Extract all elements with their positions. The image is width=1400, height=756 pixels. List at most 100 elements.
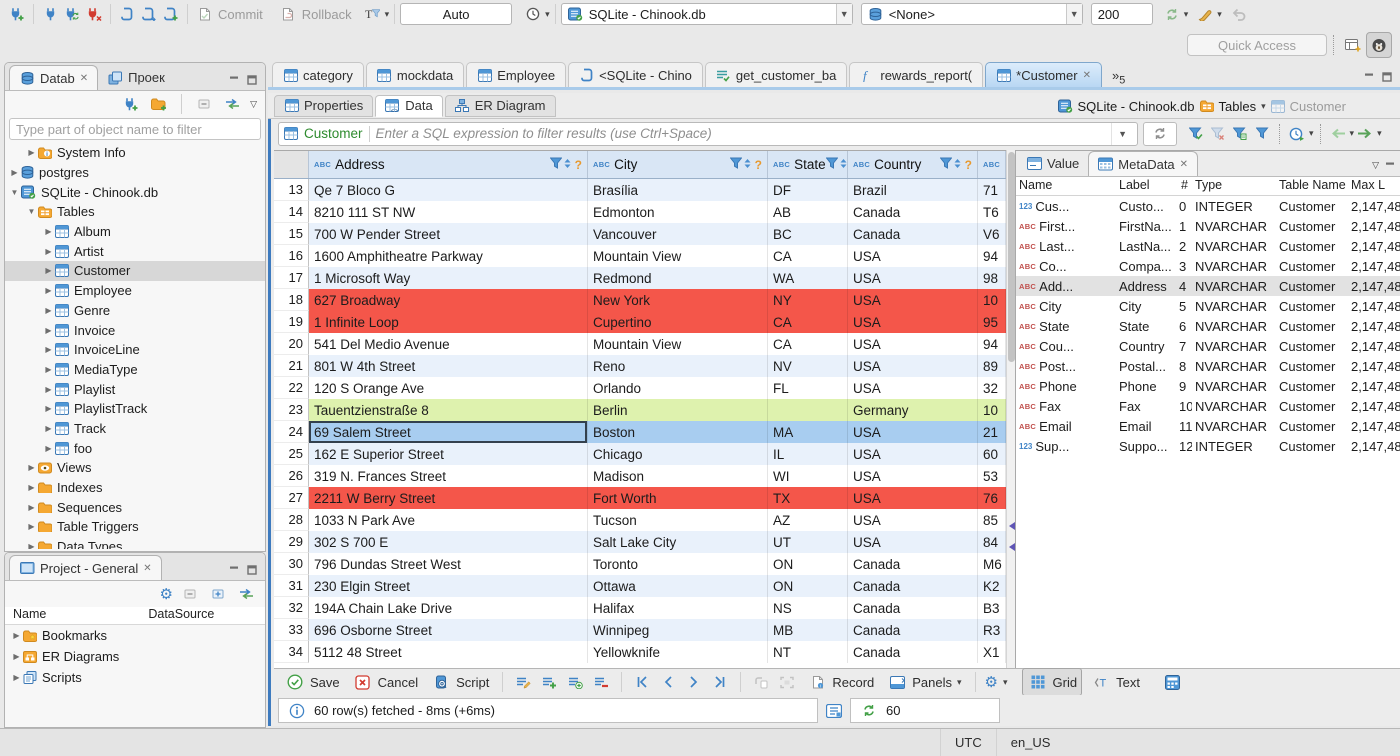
cell-state[interactable]: WA bbox=[768, 267, 848, 289]
minimize-icon[interactable] bbox=[1383, 160, 1397, 172]
cell-postal-partial[interactable]: B3 bbox=[978, 597, 1006, 619]
sort-icon[interactable] bbox=[562, 157, 573, 172]
cell-address[interactable]: 1600 Amphitheatre Parkway bbox=[309, 245, 588, 267]
meta-column-4[interactable]: Table Name bbox=[1276, 177, 1348, 195]
close-icon[interactable]: ✕ bbox=[1180, 159, 1188, 170]
cancel-button[interactable]: Cancel bbox=[348, 669, 422, 695]
editor-tab--customer[interactable]: *Customer ✕ bbox=[985, 62, 1102, 87]
filter-funnel-icon[interactable] bbox=[549, 157, 563, 172]
cell-country[interactable]: Canada bbox=[848, 223, 978, 245]
undo-icon[interactable] bbox=[1228, 3, 1250, 25]
chevron-right-icon[interactable]: ▶ bbox=[11, 652, 22, 661]
text-view-button[interactable]: T Text bbox=[1086, 669, 1144, 695]
cell-country[interactable]: USA bbox=[848, 289, 978, 311]
tree-item-artist[interactable]: ▶ Artist bbox=[5, 241, 265, 261]
filter-funnel-icon[interactable] bbox=[825, 157, 839, 172]
cell-address[interactable]: 319 N. Frances Street bbox=[309, 465, 588, 487]
tab-properties[interactable]: Properties bbox=[274, 94, 374, 117]
delete-row-icon[interactable] bbox=[590, 671, 612, 693]
chevron-right-icon[interactable]: ▶ bbox=[11, 673, 22, 682]
project-item-er-diagrams[interactable]: ▶ ER Diagrams bbox=[5, 646, 265, 667]
connection-combo-arrow[interactable]: ▼ bbox=[835, 4, 852, 24]
timezone-indicator[interactable]: UTC bbox=[940, 729, 996, 756]
corner-header-cell[interactable] bbox=[274, 151, 309, 178]
metadata-row-4[interactable]: ABC Add... Address 4 NVARCHAR Customer 2,147,4… bbox=[1016, 276, 1400, 296]
row-number[interactable]: 33 bbox=[274, 619, 309, 641]
chevron-right-icon[interactable]: ▶ bbox=[43, 404, 54, 413]
gear-caret[interactable]: ▾ bbox=[1003, 677, 1008, 688]
rollback-icon[interactable] bbox=[277, 3, 299, 25]
metadata-row-1[interactable]: ABC First... FirstNa... 1 NVARCHAR Customer 2,… bbox=[1016, 216, 1400, 236]
metadata-row-9[interactable]: ABCPhone Phone 9 NVARCHAR Customer 2,147,483 bbox=[1016, 376, 1400, 396]
minimize-icon[interactable] bbox=[227, 564, 241, 576]
cell-postal-partial[interactable]: 85 bbox=[978, 509, 1006, 531]
tree-item-employee[interactable]: ▶ Employee bbox=[5, 281, 265, 301]
row-number[interactable]: 23 bbox=[274, 399, 309, 421]
column-info-icon[interactable]: ? bbox=[965, 158, 972, 172]
object-filter-input[interactable] bbox=[9, 118, 261, 140]
cell-city[interactable]: Halifax bbox=[588, 597, 768, 619]
reconnect-icon[interactable] bbox=[61, 3, 83, 25]
minimize-icon[interactable] bbox=[227, 74, 241, 86]
tree-item-customer[interactable]: ▶ Customer bbox=[5, 261, 265, 281]
metadata-row-0[interactable]: 123 Cus... Custo... 0 INTEGER Customer 2,147,4… bbox=[1016, 196, 1400, 216]
metadata-row-7[interactable]: ABC Cou... Country 7 NVARCHAR Customer 2,147,4… bbox=[1016, 336, 1400, 356]
tree-item-table-triggers[interactable]: ▶ Table Triggers bbox=[5, 517, 265, 537]
chevron-right-icon[interactable]: ▶ bbox=[43, 266, 54, 275]
chevron-right-icon[interactable]: ▶ bbox=[43, 365, 54, 374]
row-number[interactable]: 17 bbox=[274, 267, 309, 289]
next-row-icon[interactable] bbox=[683, 671, 705, 693]
tree-item-invoice[interactable]: ▶ Invoice bbox=[5, 320, 265, 340]
column-header-partial[interactable]: ABC bbox=[978, 151, 1006, 178]
row-number[interactable]: 24 bbox=[274, 421, 309, 443]
cell-country[interactable]: USA bbox=[848, 509, 978, 531]
first-row-icon[interactable] bbox=[631, 671, 653, 693]
cell-city[interactable]: New York bbox=[588, 289, 768, 311]
breadcrumb-tables[interactable]: Tables ▾ bbox=[1199, 98, 1266, 114]
save-button[interactable]: Save bbox=[280, 669, 344, 695]
editor-tab-mockdata[interactable]: mockdata bbox=[365, 62, 465, 87]
row-number[interactable]: 20 bbox=[274, 333, 309, 355]
cell-country[interactable]: Canada bbox=[848, 201, 978, 223]
project-link-icon[interactable] bbox=[235, 583, 257, 605]
row-number[interactable]: 22 bbox=[274, 377, 309, 399]
metadata-row-6[interactable]: ABCState State 6 NVARCHAR Customer 2,147,483 bbox=[1016, 316, 1400, 336]
cell-address[interactable]: 627 Broadway bbox=[309, 289, 588, 311]
editor-tab-category[interactable]: category bbox=[272, 62, 364, 87]
recent-sql-editor-icon[interactable] bbox=[138, 3, 160, 25]
cell-city[interactable]: Brasília bbox=[588, 179, 768, 201]
cell-country[interactable]: USA bbox=[848, 311, 978, 333]
cell-postal-partial[interactable]: 95 bbox=[978, 311, 1006, 333]
cell-postal-partial[interactable]: 94 bbox=[978, 333, 1006, 355]
cell-state[interactable]: UT bbox=[768, 531, 848, 553]
cell-address[interactable]: 696 Osborne Street bbox=[309, 619, 588, 641]
vertical-scrollbar[interactable] bbox=[1006, 150, 1015, 668]
project-item-bookmarks[interactable]: ▶ Bookmarks bbox=[5, 625, 265, 646]
metadata-row-5[interactable]: ABCCity City 5 NVARCHAR Customer 2,147,483 bbox=[1016, 296, 1400, 316]
refresh-caret[interactable]: ▾ bbox=[1184, 9, 1189, 20]
refresh-connection-icon[interactable] bbox=[1161, 3, 1183, 25]
chevron-right-icon[interactable]: ▶ bbox=[43, 424, 54, 433]
previous-row-icon[interactable] bbox=[657, 671, 679, 693]
cell-country[interactable]: Canada bbox=[848, 619, 978, 641]
cell-country[interactable]: Germany bbox=[848, 399, 978, 421]
chevron-right-icon[interactable]: ▶ bbox=[43, 227, 54, 236]
cell-country[interactable]: USA bbox=[848, 443, 978, 465]
tree-item-foo[interactable]: ▶ foo bbox=[5, 438, 265, 458]
cell-state[interactable]: MB bbox=[768, 619, 848, 641]
cell-city[interactable]: Cupertino bbox=[588, 311, 768, 333]
transaction-log-caret[interactable]: ▾ bbox=[545, 9, 550, 20]
cell-state[interactable]: IL bbox=[768, 443, 848, 465]
scrollbar-thumb[interactable] bbox=[1008, 152, 1015, 362]
refresh-results-button[interactable] bbox=[1143, 121, 1177, 146]
tree-item-playlisttrack[interactable]: ▶ PlaylistTrack bbox=[5, 399, 265, 419]
row-number[interactable]: 27 bbox=[274, 487, 309, 509]
maximize-icon[interactable] bbox=[1380, 71, 1394, 83]
column-datasource[interactable]: DataSource bbox=[148, 607, 214, 624]
cell-city[interactable]: Salt Lake City bbox=[588, 531, 768, 553]
cell-city[interactable]: Fort Worth bbox=[588, 487, 768, 509]
column-header-city[interactable]: ABC City? bbox=[588, 151, 768, 178]
grid-view-button[interactable]: Grid bbox=[1021, 668, 1083, 696]
meta-column-2[interactable]: # bbox=[1178, 177, 1192, 195]
tree-item-invoiceline[interactable]: ▶ InvoiceLine bbox=[5, 340, 265, 360]
